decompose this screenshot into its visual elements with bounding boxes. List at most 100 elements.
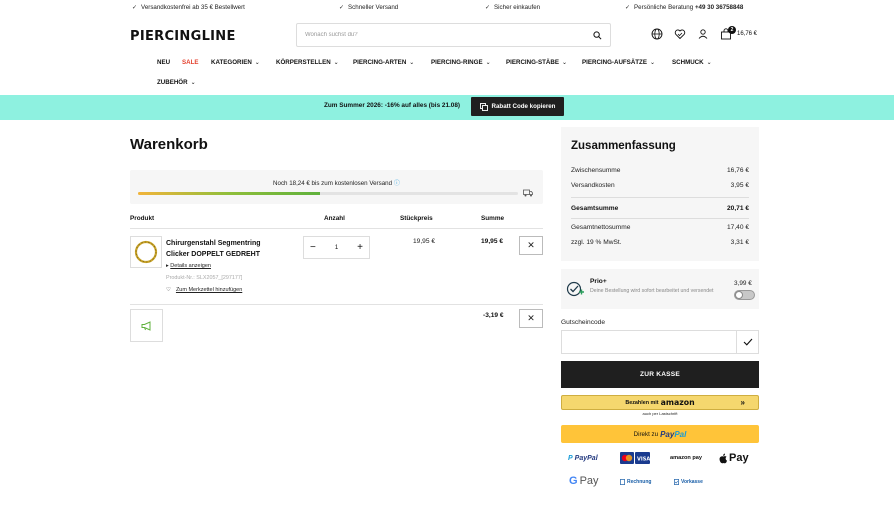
nav-item-neu[interactable]: NEU — [157, 59, 170, 66]
nav-item-kategorien[interactable]: KATEGORIEN ⌄ — [211, 59, 260, 66]
apply-coupon-button[interactable] — [736, 330, 759, 354]
info-icon[interactable]: ⓘ — [394, 180, 400, 187]
prio-price: 3,99 € — [734, 280, 752, 287]
cart-count-badge: 2 — [728, 26, 736, 34]
product-name[interactable]: Chirurgenstahl Segmentring Clicker DOPPE… — [166, 238, 281, 260]
account-icon[interactable] — [697, 28, 710, 41]
prio-toggle[interactable] — [734, 290, 755, 300]
chevron-down-icon: ⌄ — [190, 80, 196, 86]
nav-item-koerperstellen[interactable]: KÖRPERSTELLEN ⌄ — [276, 59, 339, 66]
column-sum: Summe — [481, 215, 505, 222]
chevron-down-icon: ⌄ — [409, 60, 415, 66]
amazon-pay-subtext: auch per Lastschrift — [642, 411, 678, 416]
phone-link[interactable]: +49 30 36758848 — [695, 4, 743, 11]
promo-text: Zum Summer 2026: -16% auf alles (bis 21.… — [324, 102, 461, 109]
chevrons-right-icon: » — [740, 398, 745, 407]
divider — [130, 304, 543, 305]
truck-icon — [523, 189, 533, 197]
invoice-logo: Rechnung — [620, 479, 651, 485]
divider — [130, 228, 543, 229]
shipping-progress-box — [130, 170, 543, 204]
check-icon: ✓ — [339, 4, 345, 11]
nav-item-piercing-staebe[interactable]: PIERCING-STÄBE ⌄ — [506, 59, 567, 66]
apple-icon — [719, 453, 727, 463]
nav-item-zubehoer[interactable]: ZUBEHÖR ⌄ — [157, 79, 196, 86]
paypal-logo: P PayPal — [568, 455, 598, 462]
nav-item-piercing-ringe[interactable]: PIERCING-RINGE ⌄ — [431, 59, 491, 66]
chevron-down-icon: ⌄ — [333, 60, 339, 66]
nav-item-sale[interactable]: SALE — [182, 59, 199, 66]
search-bar — [296, 23, 611, 47]
remove-item-button[interactable]: ✕ — [519, 236, 543, 255]
column-product: Produkt — [130, 215, 155, 222]
search-input[interactable] — [305, 32, 593, 38]
amazon-pay-logo: amazon pay — [670, 455, 703, 461]
quantity-value[interactable]: 1 — [335, 245, 338, 251]
copy-icon — [479, 102, 488, 111]
toggle-knob — [735, 291, 743, 299]
divider — [571, 218, 749, 219]
chevron-down-icon: ⌄ — [706, 60, 712, 66]
coupon-field — [561, 330, 736, 354]
prepayment-logo: Vorkasse — [674, 479, 703, 485]
line-sum: 19,95 € — [481, 238, 503, 245]
check-icon: ✓ — [485, 4, 491, 11]
product-number: Produkt-Nr.: SLX2057_[297177] — [166, 275, 243, 281]
nav-item-schmuck[interactable]: SCHMUCK ⌄ — [672, 59, 712, 66]
close-icon: ✕ — [527, 240, 535, 250]
column-qty: Anzahl — [324, 215, 345, 222]
plus-button[interactable]: + — [357, 242, 363, 253]
shipping-progress-bar — [138, 192, 518, 195]
shipping-row: Versandkosten 3,95 € — [571, 182, 749, 189]
remove-discount-button[interactable]: ✕ — [519, 309, 543, 328]
unit-price: 19,95 € — [413, 238, 435, 245]
discount-image — [130, 309, 163, 342]
minus-button[interactable]: − — [310, 242, 316, 253]
chevron-down-icon: ⌄ — [485, 60, 491, 66]
check-icon: ✓ — [132, 4, 138, 11]
usp-free-shipping: ✓ Versandkostenfrei ab 35 € Bestellwert — [132, 3, 245, 11]
google-g-icon: G — [569, 475, 578, 487]
divider — [571, 197, 749, 198]
search-icon[interactable] — [593, 30, 602, 40]
check-icon — [743, 338, 752, 346]
prepayment-icon — [674, 479, 679, 485]
prio-title: Prio+ — [590, 278, 607, 285]
shipping-progress-fill — [138, 192, 321, 195]
google-pay-logo: G Pay — [569, 475, 599, 487]
page-title: Warenkorb — [130, 136, 208, 153]
column-unit-price: Stückpreis — [400, 215, 433, 222]
paypal-p-icon: P — [568, 455, 573, 462]
chevron-down-icon: ⌄ — [254, 60, 260, 66]
net-row: Gesamtnettosumme 17,40 € — [571, 224, 749, 231]
amazon-pay-button[interactable]: Bezahlen mit amazon » — [561, 395, 759, 410]
usp-secure: ✓ Sicher einkaufen — [485, 3, 541, 11]
paypal-button[interactable]: Direkt zu Pay Pal — [561, 425, 759, 443]
chevron-down-icon: ⌄ — [561, 60, 567, 66]
summary-title: Zusammenfassung — [571, 140, 676, 152]
add-to-wishlist[interactable]: ♡ Zum Merkzettel hinzufügen — [166, 287, 242, 293]
checkout-button[interactable]: ZUR KASSE — [561, 361, 759, 388]
details-toggle[interactable]: ▸ Details anzeigen — [166, 263, 211, 269]
nav-item-piercing-aufsaetze[interactable]: PIERCING-AUFSÄTZE ⌄ — [582, 59, 655, 66]
globe-icon[interactable] — [651, 28, 664, 41]
chevron-down-icon: ⌄ — [649, 60, 655, 66]
prio-description: Deine Bestellung wird sofort bearbeitet … — [590, 288, 714, 294]
coupon-label: Gutscheincode — [561, 319, 605, 326]
wishlist-heart-icon[interactable] — [674, 28, 687, 41]
vat-row: zzgl. 19 % MwSt. 3,31 € — [571, 239, 749, 246]
prio-express-icon — [565, 279, 585, 299]
invoice-icon — [620, 479, 625, 485]
cart-total[interactable]: 16,76 € — [737, 31, 757, 37]
total-row: Gesamtsumme 20,71 € — [571, 205, 749, 212]
shipping-text: Noch 18,24 € bis zum kostenlosen Versand… — [273, 180, 400, 187]
copy-code-button[interactable]: Rabatt Code kopieren — [471, 97, 564, 116]
megaphone-icon — [141, 320, 150, 331]
product-image[interactable] — [130, 236, 162, 268]
coupon-input[interactable] — [562, 331, 736, 353]
nav-item-piercing-arten[interactable]: PIERCING-ARTEN ⌄ — [353, 59, 414, 66]
close-icon: ✕ — [527, 313, 535, 323]
usp-consulting: ✓ Persönliche Beratung +49 30 36758848 — [625, 3, 744, 11]
logo[interactable]: PIERCINGLINE — [130, 29, 236, 44]
heart-icon: ♡ — [166, 287, 171, 293]
